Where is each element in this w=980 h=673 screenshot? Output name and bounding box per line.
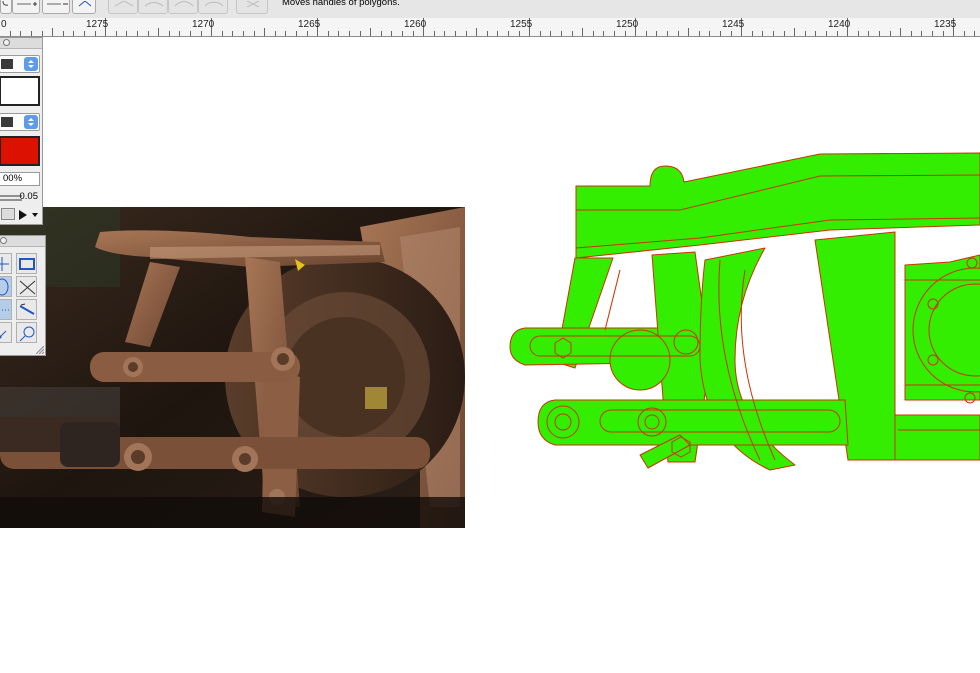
reload-button[interactable] — [0, 0, 12, 14]
stepper-arrows-icon[interactable] — [24, 115, 38, 129]
ruler-label: 1270 — [192, 19, 215, 30]
toolbar: Moves handles of polygons. — [0, 0, 980, 19]
line-cross-icon — [19, 280, 36, 295]
delete-icon — [246, 1, 260, 7]
curve-arc-icon — [174, 1, 194, 7]
close-icon[interactable] — [0, 237, 7, 244]
palette-titlebar[interactable] — [0, 236, 45, 247]
rectangle-icon — [19, 258, 35, 270]
ruler-label: 1275 — [86, 19, 109, 30]
add-point-button[interactable] — [12, 0, 40, 14]
traced-top-beam[interactable] — [575, 152, 980, 259]
ruler-label: 1255 — [510, 19, 533, 30]
fill-color-popup[interactable] — [0, 113, 40, 131]
reverse-path-button[interactable] — [72, 0, 96, 14]
curve-corner-icon — [114, 1, 134, 7]
fill-color-chip — [1, 117, 13, 127]
remove-point-icon — [47, 3, 68, 5]
tool-arrow[interactable] — [0, 322, 12, 343]
traced-hub[interactable] — [609, 329, 671, 391]
photo-icon — [0, 207, 465, 528]
stroke-color-popup[interactable] — [0, 55, 40, 73]
ruler-label: 1235 — [934, 19, 957, 30]
tool-rectangle[interactable] — [16, 253, 37, 274]
stepper-arrows-icon[interactable] — [24, 57, 38, 71]
status-message: Moves handles of polygons. — [282, 0, 400, 8]
play-menu-icon[interactable] — [17, 208, 39, 220]
tool-pen[interactable] — [16, 299, 37, 320]
curve-bezier-button[interactable] — [198, 0, 228, 14]
image-toggle-icon[interactable] — [1, 208, 15, 220]
curve-smooth-button[interactable] — [138, 0, 168, 14]
ruler-label: 1265 — [298, 19, 321, 30]
reference-photo[interactable] — [0, 207, 465, 528]
circle-line-icon — [19, 326, 35, 342]
close-icon[interactable] — [3, 39, 10, 46]
traced-lower-rod[interactable] — [537, 399, 849, 446]
delete-button[interactable] — [236, 0, 268, 14]
line-width-icon — [0, 195, 22, 201]
ruler-label: 1260 — [404, 19, 427, 30]
tool-circle-line[interactable] — [16, 322, 37, 343]
style-palette: 00% 0.05 — [0, 37, 43, 225]
line-width-value: 0.05 — [19, 191, 39, 202]
tool-line-cross[interactable] — [16, 276, 37, 297]
resize-grip-icon[interactable] — [36, 346, 44, 354]
dotted-line-icon — [2, 309, 10, 311]
stroke-preview[interactable] — [0, 76, 40, 106]
line-width-field[interactable]: 0.05 — [0, 191, 40, 205]
ruler-label: 1245 — [722, 19, 745, 30]
crosshair-icon — [0, 257, 9, 271]
ruler-label: 1240 — [828, 19, 851, 30]
opacity-field[interactable]: 00% — [0, 172, 40, 186]
curve-smooth-icon — [144, 2, 164, 7]
fill-preview[interactable] — [0, 136, 40, 166]
curve-arc-button[interactable] — [168, 0, 198, 14]
tool-ellipse[interactable] — [0, 276, 12, 297]
horizontal-ruler[interactable]: 0 1275 1270 1265 1260 1255 1250 1245 124… — [0, 18, 980, 37]
tool-crosshair[interactable] — [0, 253, 12, 274]
add-point-icon — [17, 2, 37, 6]
tool-dotted-line[interactable] — [0, 299, 12, 320]
palette-titlebar[interactable] — [0, 38, 42, 49]
stroke-color-chip — [1, 59, 13, 69]
curve-corner-button[interactable] — [108, 0, 138, 14]
arrow-icon — [0, 330, 7, 339]
ellipse-icon — [0, 278, 9, 296]
pen-icon — [19, 303, 35, 315]
ruler-label: 0 — [1, 19, 7, 30]
remove-point-button[interactable] — [42, 0, 70, 14]
traced-right-connector[interactable] — [894, 414, 980, 461]
tool-palette — [0, 235, 46, 356]
reverse-path-icon — [78, 1, 92, 7]
ruler-label: 1250 — [616, 19, 639, 30]
curve-bezier-icon — [204, 1, 224, 7]
